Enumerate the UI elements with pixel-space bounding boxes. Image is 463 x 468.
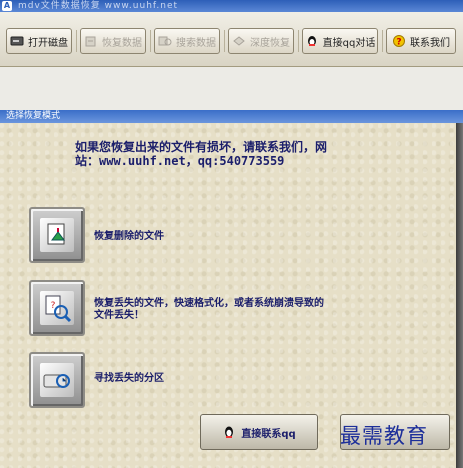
disk-drive-icon bbox=[10, 36, 24, 46]
toolbar-divider bbox=[382, 30, 383, 52]
contact-notice: 如果您恢复出来的文件有损坏，请联系我们，网 站：www.uuhf.net，qq:… bbox=[75, 140, 415, 168]
recover-lost-files-button[interactable]: ? bbox=[29, 280, 85, 336]
contact-qq-label: 直接联系qq bbox=[241, 428, 296, 440]
find-lost-partition-label: 寻找丢失的分区 bbox=[94, 373, 164, 385]
recover-deleted-files-label: 恢复删除的文件 bbox=[94, 231, 164, 243]
disk-icon bbox=[40, 363, 74, 397]
deep-recover-label: 深度恢复 bbox=[250, 37, 290, 49]
option-2-text-line-1: 恢复丢失的文件，快速格式化，或者系统崩溃导致的 bbox=[94, 298, 324, 309]
notice-line-1: 如果您恢复出来的文件有损坏，请联系我们，网 bbox=[75, 140, 328, 154]
main-toolbar: 打开磁盘 恢复数据 搜索数据 深度恢复 直接qq对话 ? 联系我们 bbox=[0, 12, 463, 67]
recover-deleted-files-button[interactable] bbox=[29, 207, 85, 263]
deep-recover-icon bbox=[233, 36, 245, 46]
search-data-icon bbox=[158, 36, 172, 46]
open-disk-label: 打开磁盘 bbox=[28, 37, 68, 49]
find-lost-partition-button[interactable] bbox=[29, 352, 85, 408]
panel-side-strip bbox=[456, 123, 463, 468]
option-1-text: 恢复删除的文件 bbox=[94, 231, 164, 242]
toolbar-divider bbox=[298, 30, 299, 52]
recover-data-label: 恢复数据 bbox=[102, 37, 142, 49]
notice-line-2: 站：www.uuhf.net，qq:540773559 bbox=[75, 154, 285, 168]
contact-qq-button[interactable]: 直接联系qq bbox=[200, 414, 318, 450]
recover-lost-files-label: 恢复丢失的文件，快速格式化，或者系统崩溃导致的 文件丢失！ bbox=[94, 298, 324, 322]
window-title: mdv文件数据恢复 www.uuhf.net bbox=[18, 1, 179, 11]
search-data-label: 搜索数据 bbox=[176, 37, 216, 49]
toolbar-divider bbox=[224, 30, 225, 52]
svg-text:?: ? bbox=[396, 38, 401, 48]
qq-chat-label: 直接qq对话 bbox=[322, 37, 376, 49]
contact-us-button[interactable]: ? 联系我们 bbox=[386, 28, 456, 54]
window-titlebar: A mdv文件数据恢复 www.uuhf.net bbox=[0, 0, 463, 12]
watermark-logo: 最需教育 bbox=[340, 424, 428, 448]
toolbar-gap bbox=[0, 67, 463, 110]
qq-penguin-icon bbox=[225, 426, 234, 438]
contact-us-label: 联系我们 bbox=[410, 37, 450, 49]
option-3-text: 寻找丢失的分区 bbox=[94, 373, 164, 384]
panel-title: 选择恢复模式 bbox=[0, 110, 463, 123]
recycle-icon bbox=[40, 218, 74, 252]
help-question-icon: ? bbox=[393, 35, 405, 48]
toolbar-divider bbox=[76, 30, 77, 52]
option-2-text-line-2: 文件丢失！ bbox=[94, 310, 144, 321]
recover-icon bbox=[85, 36, 96, 47]
qq-penguin-icon bbox=[307, 36, 316, 46]
toolbar-divider bbox=[150, 30, 151, 52]
recover-data-button[interactable]: 恢复数据 bbox=[80, 28, 146, 54]
open-disk-button[interactable]: 打开磁盘 bbox=[6, 28, 72, 54]
search-file-icon: ? bbox=[40, 291, 74, 325]
search-data-button[interactable]: 搜索数据 bbox=[154, 28, 220, 54]
qq-chat-button[interactable]: 直接qq对话 bbox=[302, 28, 378, 54]
deep-recover-button[interactable]: 深度恢复 bbox=[228, 28, 294, 54]
app-logo-icon: A bbox=[2, 1, 12, 11]
